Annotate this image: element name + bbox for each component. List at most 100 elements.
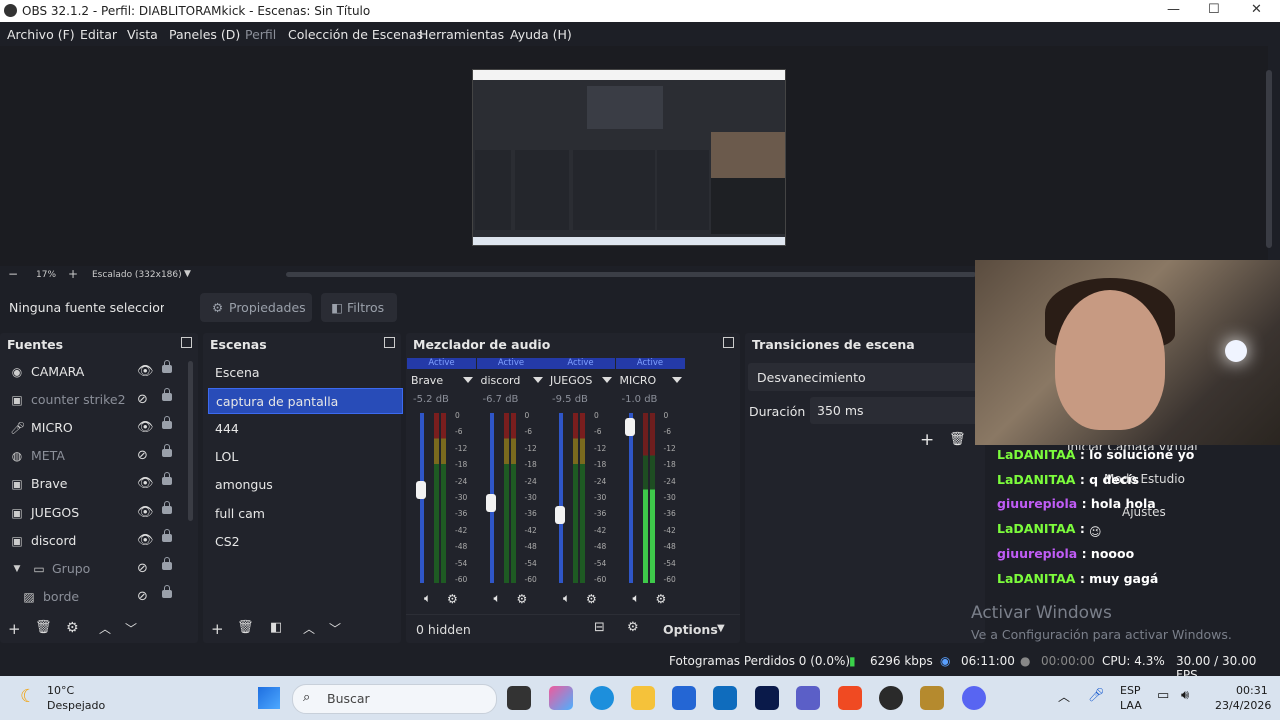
chevron-down-icon[interactable] (671, 377, 682, 383)
source-row[interactable]: ▨ borde ⊘ (0, 583, 185, 611)
gear-icon[interactable]: ⚙ (517, 592, 528, 606)
weather-icon[interactable]: ☾ (20, 686, 36, 707)
move-up-icon[interactable]: ︿ (99, 620, 111, 637)
popout-icon[interactable] (181, 337, 192, 348)
source-row[interactable]: ▣ Brave 👁︎ (0, 470, 185, 498)
menu-editar[interactable]: Editar (80, 27, 117, 42)
weather-desc[interactable]: Despejado (47, 699, 105, 712)
add-scene-icon[interactable]: + (211, 620, 224, 638)
minimize-icon[interactable]: — (1167, 2, 1180, 17)
eye-icon[interactable]: 👁︎ (137, 533, 154, 548)
volume-fader[interactable] (555, 506, 565, 524)
lock-icon[interactable] (162, 556, 172, 570)
lock-icon[interactable] (162, 584, 172, 598)
source-row[interactable]: ▣ discord 👁︎ (0, 527, 185, 555)
scene-item[interactable]: full cam (208, 501, 401, 525)
sources-scrollbar[interactable] (188, 361, 193, 521)
preview-hscrollbar[interactable] (286, 272, 976, 277)
lock-icon[interactable] (162, 528, 172, 542)
speaker-icon[interactable]: 🔈︎ (633, 591, 640, 606)
discord-icon[interactable] (962, 686, 986, 710)
outlook-icon[interactable] (713, 686, 737, 710)
eye-off-icon[interactable]: ⊘ (137, 392, 148, 407)
preview-canvas[interactable] (472, 69, 786, 246)
scene-item[interactable]: CS2 (208, 529, 401, 553)
trash-icon[interactable]: 🗑 (35, 620, 52, 635)
menu-perfil[interactable]: Perfil (245, 27, 276, 42)
speaker-icon[interactable]: 🔈︎ (424, 591, 431, 606)
lock-icon[interactable] (162, 416, 172, 430)
close-icon[interactable]: ✕ (1251, 2, 1262, 17)
add-source-icon[interactable]: + (8, 620, 21, 638)
volume-fader[interactable] (416, 480, 426, 499)
gear-icon[interactable]: ⚙ (586, 592, 597, 606)
scene-filters-icon[interactable]: ◧ (270, 620, 282, 635)
scene-item[interactable]: 444 (208, 416, 401, 440)
scene-item[interactable]: amongus (208, 472, 401, 496)
transition-select[interactable]: Desvanecimiento (748, 363, 983, 391)
microphone-icon[interactable]: 🎤︎ (1088, 688, 1105, 703)
lock-icon[interactable] (162, 472, 172, 486)
lock-icon[interactable] (162, 388, 172, 402)
preview-scrollbar[interactable] (1266, 70, 1272, 248)
trash-icon[interactable]: 🗑 (949, 432, 966, 447)
eye-off-icon[interactable]: ⊘ (137, 589, 148, 604)
eye-icon[interactable]: 👁︎ (137, 505, 154, 520)
tray-chevron-icon[interactable]: ︿ (1058, 688, 1070, 705)
chevron-down-icon[interactable] (463, 377, 473, 383)
volume-track[interactable] (559, 413, 563, 583)
store-icon[interactable] (672, 686, 696, 710)
menu-herramientas[interactable]: Herramientas (419, 27, 504, 42)
task-view-icon[interactable] (507, 686, 531, 710)
source-row[interactable]: 🎤︎ MICRO 👁︎ (0, 414, 185, 442)
scene-item[interactable]: LOL (208, 444, 401, 468)
add-transition-icon[interactable]: + (920, 430, 934, 450)
options-button[interactable]: Options (663, 622, 718, 637)
chevron-down-icon[interactable]: ▼ (717, 623, 725, 634)
network-icon[interactable]: ▭ (1157, 688, 1169, 703)
trash-icon[interactable]: 🗑 (237, 620, 254, 635)
source-row[interactable]: ▣ counter strike2 ⊘ (0, 386, 185, 414)
volume-fader[interactable] (485, 494, 496, 513)
source-row[interactable]: ▭ ▼ Grupo ⊘ (0, 555, 185, 583)
app-icon[interactable] (920, 686, 944, 710)
zoom-in-icon[interactable]: + (68, 267, 78, 281)
gear-icon[interactable]: ⚙ (627, 620, 639, 635)
zoom-out-icon[interactable]: − (8, 267, 18, 281)
teams-icon[interactable] (796, 686, 820, 710)
popout-icon[interactable] (723, 337, 734, 348)
duration-input[interactable]: 350 ms (810, 397, 980, 424)
lock-icon[interactable] (162, 500, 172, 514)
lock-icon[interactable] (162, 360, 172, 373)
lang-secondary[interactable]: LAA (1120, 699, 1142, 712)
brave-icon[interactable] (838, 686, 862, 710)
speaker-icon[interactable]: 🔈︎ (563, 591, 570, 606)
eye-icon[interactable]: 👁︎ (137, 476, 154, 491)
gear-icon[interactable]: ⚙ (66, 620, 79, 636)
speaker-icon[interactable]: 🔈︎ (494, 591, 501, 606)
weather-temp[interactable]: 10°C (47, 684, 74, 697)
maximize-icon[interactable]: ☐ (1208, 2, 1220, 17)
source-row[interactable]: ◉ CAMARA 👁︎ (0, 358, 185, 386)
eye-icon[interactable]: 👁︎ (137, 420, 154, 435)
menu-vista[interactable]: Vista (127, 27, 158, 42)
gear-icon[interactable]: ⚙ (656, 592, 667, 606)
menu-ayuda[interactable]: Ayuda (H) (510, 27, 572, 42)
start-icon[interactable] (258, 687, 280, 709)
scene-item[interactable]: captura de pantalla (208, 388, 403, 415)
scene-item[interactable]: Escena (208, 360, 401, 384)
copilot-icon[interactable] (549, 686, 573, 710)
lang-primary[interactable]: ESP (1120, 684, 1141, 697)
menu-archivo[interactable]: Archivo (F) (7, 27, 75, 42)
clock-time[interactable]: 00:31 (1236, 684, 1268, 697)
obs-icon[interactable] (879, 686, 903, 710)
edge-icon[interactable] (590, 686, 614, 710)
lock-icon[interactable] (162, 444, 172, 458)
move-down-icon[interactable]: ﹀ (329, 620, 341, 637)
chevron-down-icon[interactable] (602, 377, 612, 383)
popout-icon[interactable] (384, 337, 395, 348)
volume-track[interactable] (628, 413, 633, 583)
filters-button[interactable]: ◧ Filtros (321, 293, 397, 322)
zoom-mode[interactable]: Escalado (332x186) (92, 270, 182, 280)
properties-button[interactable]: ⚙ Propiedades (200, 293, 312, 322)
